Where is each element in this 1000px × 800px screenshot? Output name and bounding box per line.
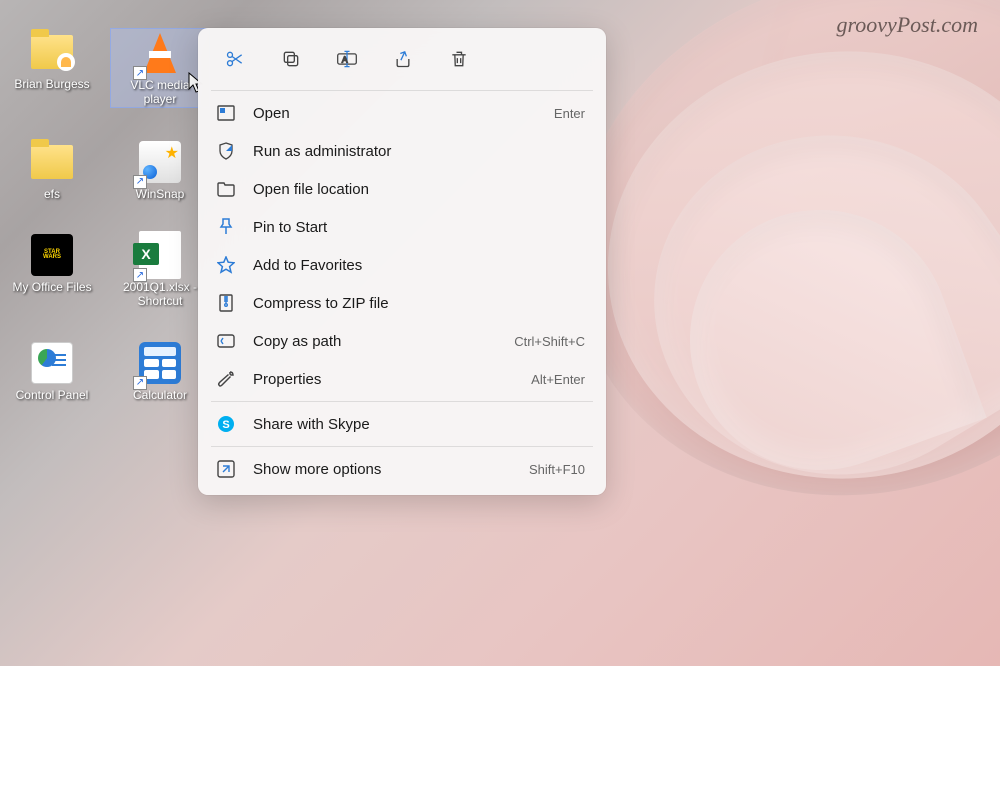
menu-shortcut: Alt+Enter [531, 372, 585, 387]
menu-label: Properties [253, 371, 531, 388]
desktop-icon-user-folder[interactable]: Brian Burgess [2, 28, 102, 108]
star-icon [215, 255, 237, 275]
desktop-icon-calculator[interactable]: ↗ Calculator [110, 339, 210, 403]
desktop-icons-grid: Brian Burgess ↗ VLC media player efs ★ ↗… [2, 28, 210, 403]
folder-open-icon [215, 179, 237, 199]
cut-button[interactable] [213, 41, 257, 77]
svg-text:S: S [222, 419, 229, 431]
excel-file-icon: X ↗ [136, 231, 184, 279]
icon-label: Calculator [133, 389, 187, 403]
menu-label: Show more options [253, 461, 529, 478]
menu-item-copy-path[interactable]: Copy as path Ctrl+Shift+C [205, 322, 599, 360]
menu-label: Open file location [253, 181, 585, 198]
menu-label: Open [253, 105, 554, 122]
desktop-icon-vlc[interactable]: ↗ VLC media player [110, 28, 210, 108]
menu-item-open-location[interactable]: Open file location [205, 170, 599, 208]
desktop-icon-control-panel[interactable]: Control Panel [2, 339, 102, 403]
menu-label: Add to Favorites [253, 257, 585, 274]
menu-separator [211, 90, 593, 91]
shield-icon [215, 141, 237, 161]
trash-icon [449, 49, 469, 69]
more-options-icon [215, 459, 237, 479]
shortcut-arrow-icon: ↗ [133, 66, 147, 80]
menu-item-open[interactable]: Open Enter [205, 94, 599, 132]
icon-label: efs [44, 188, 60, 202]
desktop-icon-winsnap[interactable]: ★ ↗ WinSnap [110, 138, 210, 202]
menu-item-favorites[interactable]: Add to Favorites [205, 246, 599, 284]
desktop-icon-efs[interactable]: efs [2, 138, 102, 202]
skype-icon: S [215, 414, 237, 434]
shortcut-arrow-icon: ↗ [133, 268, 147, 282]
scissors-icon [225, 49, 245, 69]
menu-label: Share with Skype [253, 416, 585, 433]
desktop-icon-excel-shortcut[interactable]: X ↗ 2001Q1.xlsx - Shortcut [110, 231, 210, 309]
control-panel-icon [28, 339, 76, 387]
desktop-icon-office-files[interactable]: STARWARS My Office Files [2, 231, 102, 309]
icon-label: Brian Burgess [14, 78, 89, 92]
copy-button[interactable] [269, 41, 313, 77]
menu-separator [211, 401, 593, 402]
vlc-cone-icon: ↗ [136, 29, 184, 77]
wrench-icon [215, 369, 237, 389]
folder-icon [28, 138, 76, 186]
menu-shortcut: Ctrl+Shift+C [514, 334, 585, 349]
icon-label: 2001Q1.xlsx - Shortcut [115, 281, 205, 309]
winsnap-icon: ★ ↗ [136, 138, 184, 186]
icon-label: WinSnap [136, 188, 185, 202]
context-menu: A Open Enter Run as administrator [198, 28, 606, 495]
calculator-icon: ↗ [136, 339, 184, 387]
copy-path-icon [215, 331, 237, 351]
zip-icon [215, 293, 237, 313]
icon-label: Control Panel [16, 389, 89, 403]
open-icon [215, 103, 237, 123]
menu-label: Copy as path [253, 333, 514, 350]
rename-icon: A [336, 49, 358, 69]
rename-button[interactable]: A [325, 41, 369, 77]
menu-shortcut: Shift+F10 [529, 462, 585, 477]
share-button[interactable] [381, 41, 425, 77]
menu-label: Pin to Start [253, 219, 585, 236]
folder-icon: STARWARS [28, 231, 76, 279]
menu-label: Compress to ZIP file [253, 295, 585, 312]
context-menu-toolbar: A [205, 35, 599, 87]
desktop[interactable]: groovyPost.com Brian Burgess ↗ VLC media… [0, 0, 1000, 666]
folder-icon [28, 28, 76, 76]
icon-label: My Office Files [12, 281, 91, 295]
shortcut-arrow-icon: ↗ [133, 376, 147, 390]
pin-icon [215, 217, 237, 237]
svg-text:A: A [342, 54, 348, 64]
menu-label: Run as administrator [253, 143, 585, 160]
delete-button[interactable] [437, 41, 481, 77]
menu-item-more-options[interactable]: Show more options Shift+F10 [205, 450, 599, 488]
copy-icon [281, 49, 301, 69]
menu-shortcut: Enter [554, 106, 585, 121]
share-icon [393, 49, 413, 69]
menu-item-skype[interactable]: S Share with Skype [205, 405, 599, 443]
menu-item-pin-start[interactable]: Pin to Start [205, 208, 599, 246]
menu-separator [211, 446, 593, 447]
shortcut-arrow-icon: ↗ [133, 175, 147, 189]
menu-item-properties[interactable]: Properties Alt+Enter [205, 360, 599, 398]
menu-item-compress[interactable]: Compress to ZIP file [205, 284, 599, 322]
watermark: groovyPost.com [836, 12, 978, 38]
menu-item-run-admin[interactable]: Run as administrator [205, 132, 599, 170]
